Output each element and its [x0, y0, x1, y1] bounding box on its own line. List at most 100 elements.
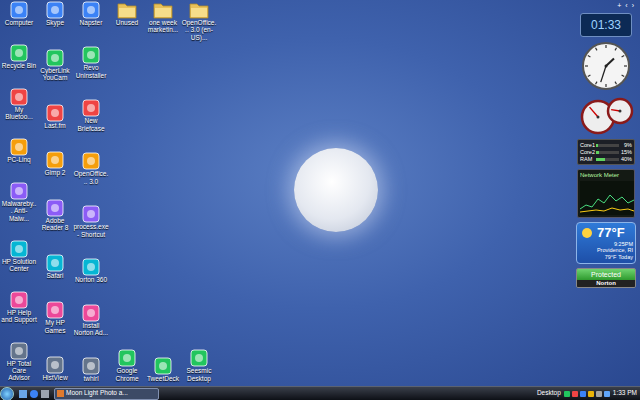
sidebar-control-button[interactable]: ‹ — [625, 2, 627, 9]
desktop-icon-label: Install Norton Ad... — [73, 322, 109, 337]
tray-icon[interactable] — [580, 391, 586, 397]
desktop-icon[interactable]: TweetDeck — [145, 357, 181, 382]
monitor-bar — [596, 151, 619, 154]
folder-icon — [189, 1, 209, 19]
desktop-icon[interactable]: My HP Games — [37, 301, 73, 334]
desktop-icon-label: TweetDeck — [147, 375, 179, 382]
desktop-icon[interactable]: Seesmic Desktop — [181, 349, 217, 382]
tray-icon[interactable] — [596, 391, 602, 397]
desktop-icon[interactable]: HistView — [37, 356, 73, 381]
weather-forecast-label: Today — [618, 254, 633, 261]
network-graph-icon — [580, 181, 634, 215]
desktop-icon[interactable]: Unused — [109, 1, 145, 26]
desktop-icon-label: Gimp 2 — [45, 169, 66, 176]
system-tray — [564, 391, 610, 397]
app-icon — [9, 342, 29, 360]
desktop-icon[interactable]: Computer — [1, 1, 37, 26]
desktop-icon-label: Last.fm — [44, 122, 65, 129]
taskbar: Moon Light Photo a... Desktop 1:33 PM — [0, 386, 640, 400]
desktop-icon-label: one week marketin... — [145, 19, 181, 34]
desktop-icon-label: My HP Games — [37, 319, 73, 334]
app-icon — [9, 182, 29, 200]
weather-gadget: 77°F9:25PMProvidence, RI79°FToday — [576, 222, 636, 264]
digital-clock: 01:33 — [580, 13, 632, 37]
app-icon — [9, 44, 29, 62]
analog-clock-icon — [581, 41, 631, 91]
desktop-icon-label: New Briefcase — [73, 117, 109, 132]
app-icon — [81, 152, 101, 170]
desktop-icon[interactable]: New Briefcase — [73, 99, 109, 132]
desktop-icon[interactable]: HP Total Care Advisor — [1, 342, 37, 382]
start-button[interactable] — [0, 387, 14, 400]
desktop-icon[interactable]: OpenOffice... 3.0 — [73, 152, 109, 185]
desktop-icon[interactable]: HP Help and Support — [1, 291, 37, 324]
desktop-icon[interactable]: CyberLink YouCam — [37, 49, 73, 82]
desktop-icon[interactable]: Malwareby... Anti-Malw... — [1, 182, 37, 222]
desktop-icon-label: HistView — [42, 374, 67, 381]
desktop-icon-label: Unused — [116, 19, 138, 26]
desktop-icon[interactable]: Safari — [37, 254, 73, 279]
desktop-icon[interactable]: My Bluetoo... — [1, 88, 37, 121]
desktop-icon[interactable]: Google Chrome — [109, 349, 145, 382]
monitor-row: RAM40% — [580, 156, 632, 162]
desktop-icon[interactable]: Adobe Reader 8 — [37, 199, 73, 232]
weather-forecast: 79°F — [605, 254, 617, 261]
app-icon — [45, 1, 65, 19]
desktop-icon[interactable]: OpenOffice... 3.0 (en-US)... — [181, 1, 217, 41]
sidebar-control-button[interactable]: + — [617, 2, 621, 9]
desktop-icon[interactable]: one week marketin... — [145, 1, 181, 34]
switch-windows-icon[interactable] — [41, 390, 49, 398]
browser-icon[interactable] — [30, 390, 38, 398]
norton-gadget: ProtectedNorton — [576, 268, 636, 289]
desktop-toolbar[interactable]: Desktop — [537, 390, 561, 397]
monitor-bar — [596, 158, 619, 161]
desktop-icon[interactable]: PC-Linq — [1, 138, 37, 163]
taskbar-clock[interactable]: 1:33 PM — [613, 390, 637, 397]
icon-column: Skype CyberLink YouCam Last.fm Gimp 2 Adobe … — [37, 1, 73, 382]
taskbar-button[interactable]: Moon Light Photo a... — [54, 388, 159, 400]
app-icon — [81, 357, 101, 375]
weather-location: Providence, RI — [579, 247, 633, 254]
icon-column: Computer Recycle Bin My Bluetoo... PC-Linq M… — [1, 1, 37, 382]
app-icon — [45, 199, 65, 217]
desktop-icons: Computer Recycle Bin My Bluetoo... PC-Linq M… — [0, 0, 217, 386]
wallpaper-moon — [294, 148, 378, 232]
system-monitor: Core19%Core215%RAM40% — [577, 139, 635, 165]
desktop-icon-label: Google Chrome — [109, 367, 145, 382]
app-icon — [153, 357, 173, 375]
app-icon — [81, 205, 101, 223]
desktop-icon-label: OpenOffice... 3.0 (en-US)... — [181, 19, 217, 41]
sidebar-control-button[interactable]: › — [632, 2, 634, 9]
desktop-icon[interactable]: Napster — [73, 1, 109, 26]
desktop-icon-label: CyberLink YouCam — [37, 67, 73, 82]
desktop-icon-label: Computer — [5, 19, 34, 26]
folder-icon — [117, 1, 137, 19]
icon-column: Napster Revo Uninstaller New Briefcase Open… — [73, 1, 109, 382]
desktop-icon[interactable]: process.exe - Shortcut — [73, 205, 109, 238]
app-icon — [45, 49, 65, 67]
norton-status[interactable]: Protected — [577, 269, 635, 280]
show-desktop-icon[interactable] — [19, 390, 27, 398]
tray-icon[interactable] — [564, 391, 570, 397]
monitor-bar — [596, 144, 619, 147]
tray-icon[interactable] — [572, 391, 578, 397]
tray-icon[interactable] — [604, 391, 610, 397]
desktop-icon[interactable]: Norton 360 — [73, 258, 109, 283]
quick-launch — [17, 390, 51, 398]
desktop-icon[interactable]: HP Solution Center — [1, 240, 37, 273]
desktop-icon[interactable]: Gimp 2 — [37, 151, 73, 176]
desktop-icon[interactable]: Revo Uninstaller — [73, 46, 109, 79]
desktop-icon[interactable]: Install Norton Ad... — [73, 304, 109, 337]
desktop-icon-label: Napster — [80, 19, 103, 26]
desktop-icon[interactable]: twhirl — [73, 357, 109, 382]
desktop: Computer Recycle Bin My Bluetoo... PC-Linq M… — [0, 0, 640, 386]
app-icon — [45, 151, 65, 169]
app-icon — [9, 291, 29, 309]
desktop-icon[interactable]: Recycle Bin — [1, 44, 37, 69]
desktop-icon-label: HP Help and Support — [1, 309, 37, 324]
desktop-icon-label: Recycle Bin — [2, 62, 36, 69]
tray-icon[interactable] — [588, 391, 594, 397]
desktop-icon-label: process.exe - Shortcut — [73, 223, 109, 238]
desktop-icon[interactable]: Last.fm — [37, 104, 73, 129]
desktop-icon[interactable]: Skype — [37, 1, 73, 26]
